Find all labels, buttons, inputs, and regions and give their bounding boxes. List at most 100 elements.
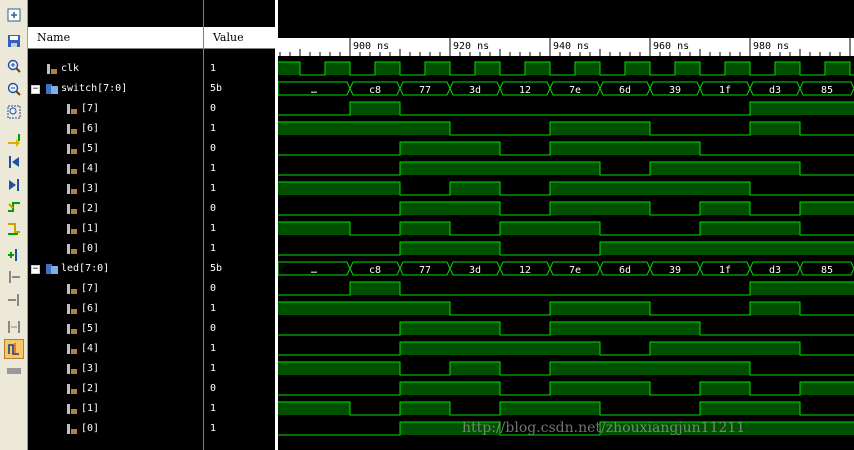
swap-cursors-button[interactable]	[4, 317, 24, 337]
signal-value: 0	[210, 103, 217, 114]
signal-row[interactable]: [0]	[28, 239, 203, 259]
signal-name: [7]	[81, 103, 100, 114]
signal-row[interactable]: [2]	[28, 199, 203, 219]
value-column-header[interactable]: Value	[204, 27, 276, 49]
previous-transition-icon	[8, 202, 20, 212]
bit-high-fill	[800, 282, 854, 295]
add-to-wave-button[interactable]	[4, 5, 24, 25]
signal-value: 0	[210, 323, 217, 334]
collapse-toggle[interactable]: −	[31, 85, 40, 94]
bit-signal-icon	[66, 423, 78, 435]
bit-high-fill	[700, 162, 750, 175]
bit-high-fill	[400, 142, 450, 155]
go-to-start-button[interactable]	[4, 152, 24, 172]
signal-name: [2]	[81, 383, 100, 394]
signal-row[interactable]: [4]	[28, 339, 203, 359]
waveform-area[interactable]: 900 ns 920 ns 940 ns 960 ns 980 ns … c8 77 3d 12 7…	[278, 0, 854, 450]
ruler-label: 960 ns	[653, 41, 689, 52]
bit-high-fill	[550, 182, 600, 195]
bit-high-fill	[400, 342, 450, 355]
clk-high-fill	[325, 62, 350, 75]
ruler-label: 980 ns	[753, 41, 789, 52]
add-marker-button[interactable]	[4, 245, 24, 265]
collapse-toggle[interactable]: −	[31, 265, 40, 274]
bus-value-label: …	[311, 85, 317, 96]
bus-value-label: 12	[519, 265, 531, 276]
bit-signal-icon	[66, 323, 78, 335]
bit-high-fill	[600, 122, 650, 135]
bit-high-fill	[550, 142, 600, 155]
clk-high-fill	[625, 62, 650, 75]
bus-value-label: 1f	[719, 85, 731, 96]
signal-row[interactable]: [3]	[28, 179, 203, 199]
bit-high-fill	[750, 302, 800, 315]
clk-high-fill	[775, 62, 800, 75]
bit-high-fill	[600, 302, 650, 315]
signal-row[interactable]: [1]	[28, 219, 203, 239]
signal-row[interactable]: [6]	[28, 299, 203, 319]
bit-high-fill	[550, 402, 600, 415]
signal-value: 1	[210, 303, 217, 314]
signal-name: switch[7:0]	[61, 83, 128, 94]
bus-value-label: 7e	[569, 265, 581, 276]
signal-row[interactable]: [2]	[28, 379, 203, 399]
signal-row[interactable]: − led[7:0]	[28, 259, 203, 279]
zoom-out-button[interactable]	[4, 79, 24, 99]
name-column-header[interactable]: Name	[28, 27, 203, 49]
signal-row[interactable]: [7]	[28, 279, 203, 299]
bit-high-fill	[450, 322, 500, 335]
bit-high-fill	[550, 362, 600, 375]
bit-high-fill	[450, 382, 500, 395]
bit-signal-icon	[66, 403, 78, 415]
signal-value: 1	[210, 163, 217, 174]
signal-row[interactable]: clk	[28, 59, 203, 79]
bit-signal-icon	[66, 343, 78, 355]
save-button[interactable]	[4, 31, 24, 51]
clk-high-fill	[475, 62, 500, 75]
next-transition-button[interactable]	[4, 218, 24, 238]
bit-high-fill	[400, 202, 450, 215]
floating-ruler-button[interactable]	[4, 361, 24, 381]
ruler-label: 940 ns	[553, 41, 589, 52]
bit-high-fill	[550, 162, 600, 175]
signal-row[interactable]: [7]	[28, 99, 203, 119]
bit-high-fill	[550, 302, 600, 315]
signal-row[interactable]: − switch[7:0]	[28, 79, 203, 99]
next-transition-icon	[8, 223, 20, 235]
zoom-out-icon	[7, 82, 21, 96]
previous-marker-button[interactable]	[4, 267, 24, 287]
zoom-fit-button[interactable]	[4, 102, 24, 122]
bit-high-fill	[600, 202, 650, 215]
clk-high-fill	[375, 62, 400, 75]
previous-transition-button[interactable]	[4, 197, 24, 217]
snap-to-transition-button[interactable]	[4, 339, 24, 359]
next-marker-button[interactable]	[4, 290, 24, 310]
signal-row[interactable]: [3]	[28, 359, 203, 379]
bit-signal-icon	[66, 283, 78, 295]
signal-row[interactable]: [4]	[28, 159, 203, 179]
bit-signal-icon	[66, 163, 78, 175]
bit-high-fill	[650, 162, 700, 175]
signal-row[interactable]: [5]	[28, 319, 203, 339]
go-to-cursor-button[interactable]	[4, 130, 24, 150]
bit-high-fill	[350, 302, 400, 315]
signal-row[interactable]: [0]	[28, 419, 203, 439]
signal-name: [0]	[81, 423, 100, 434]
signal-row[interactable]: [6]	[28, 119, 203, 139]
signal-value: 0	[210, 383, 217, 394]
signal-value: 1	[210, 403, 217, 414]
bit-high-fill	[400, 242, 450, 255]
signal-value: 0	[210, 203, 217, 214]
go-to-end-button[interactable]	[4, 175, 24, 195]
bit-signal-icon	[66, 363, 78, 375]
zoom-in-button[interactable]	[4, 56, 24, 76]
signal-row[interactable]: [5]	[28, 139, 203, 159]
signal-row[interactable]: [1]	[28, 399, 203, 419]
signal-value: 1	[210, 123, 217, 134]
bit-signal-icon	[66, 303, 78, 315]
bit-signal-icon	[46, 63, 58, 75]
bit-high-fill	[600, 242, 650, 255]
clk-high-fill	[675, 62, 700, 75]
clk-high-fill	[525, 62, 550, 75]
bus-value-label: 1f	[719, 265, 731, 276]
